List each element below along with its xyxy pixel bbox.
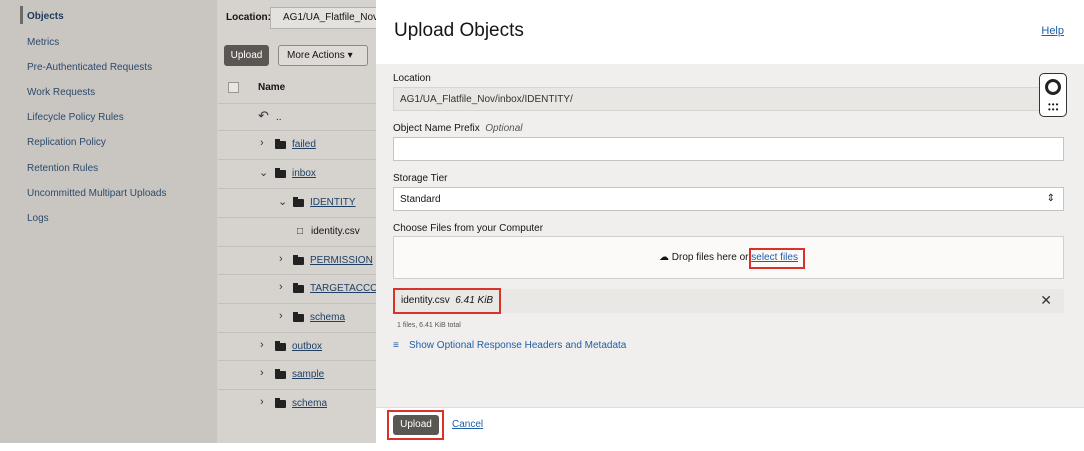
folder-link[interactable]: IDENTITY	[310, 197, 356, 208]
table-row[interactable]: ↶ ..	[218, 103, 376, 132]
cancel-link[interactable]: Cancel	[452, 419, 483, 430]
upload-objects-panel: Upload Objects Help Location AG1/UA_Flat…	[376, 0, 1084, 443]
sidebar-item-lifecycle-policy-rules[interactable]: Lifecycle Policy Rules	[27, 112, 124, 123]
table-row[interactable]: □ identity.csv	[218, 217, 376, 246]
chevron-down-icon[interactable]: ⌄	[259, 166, 268, 179]
table-row[interactable]: › schema	[218, 389, 376, 418]
close-icon[interactable]: ✕	[1040, 292, 1052, 309]
folder-link[interactable]: outbox	[292, 341, 322, 352]
back-arrow-icon: ↶	[258, 108, 269, 123]
parent-dir-label: ..	[276, 112, 282, 123]
chevron-right-icon[interactable]: ›	[279, 310, 283, 322]
folder-icon	[275, 341, 286, 351]
caret-down-icon: ▾	[347, 50, 353, 61]
upload-button[interactable]: Upload	[224, 45, 269, 66]
chevron-right-icon[interactable]: ›	[260, 339, 264, 351]
help-widget[interactable]: ••• •••	[1039, 73, 1067, 117]
sidebar-item-work-requests[interactable]: Work Requests	[27, 87, 95, 98]
files-total: 1 files, 6.41 KiB total	[397, 322, 461, 329]
folder-icon	[275, 398, 286, 408]
highlight-select-files	[749, 248, 805, 269]
sliders-icon: ≡	[393, 340, 399, 351]
optional-headers-toggle[interactable]: ≡ Show Optional Response Headers and Meta…	[393, 340, 626, 351]
highlight-upload-button	[387, 410, 444, 440]
folder-icon	[293, 283, 304, 293]
table-row[interactable]: › schema	[218, 303, 376, 332]
chevron-right-icon[interactable]: ›	[260, 137, 264, 149]
file-dropzone[interactable]: ☁ Drop files here or select files	[393, 236, 1064, 279]
storage-tier-select[interactable]: Standard ⇕	[393, 187, 1064, 211]
prefix-field-label: Object Name Prefix Optional	[393, 123, 523, 134]
folder-link[interactable]: PERMISSION	[310, 255, 373, 266]
folder-icon	[275, 168, 286, 178]
location-field: AG1/UA_Flatfile_Nov/inbox/IDENTITY/	[393, 87, 1064, 111]
help-link[interactable]: Help	[1041, 25, 1064, 37]
chevron-down-icon[interactable]: ⌄	[278, 195, 287, 208]
sidebar-item-replication-policy[interactable]: Replication Policy	[27, 137, 106, 148]
active-indicator	[20, 6, 23, 24]
table-row[interactable]: ⌄ IDENTITY	[218, 188, 376, 217]
table-row[interactable]: › sample	[218, 360, 376, 389]
folder-link[interactable]: failed	[292, 139, 316, 150]
objects-list: Location: AG1/UA_Flatfile_Nov Upload Mor…	[218, 0, 378, 443]
chevron-right-icon[interactable]: ›	[279, 253, 283, 265]
chevron-right-icon[interactable]: ›	[279, 281, 283, 293]
prefix-label-text: Object Name Prefix	[393, 123, 480, 134]
sidebar-item-objects[interactable]: Objects	[27, 11, 64, 22]
optional-hint: Optional	[485, 123, 523, 134]
location-label: Location:	[226, 12, 271, 23]
table-row[interactable]: › failed	[218, 130, 376, 159]
folder-link[interactable]: sample	[292, 369, 324, 380]
sidebar-item-uncommitted-multipart-uploads[interactable]: Uncommitted Multipart Uploads	[27, 188, 167, 199]
location-field-label: Location	[393, 73, 431, 84]
more-actions-button[interactable]: More Actions ▾	[278, 45, 368, 66]
table-row[interactable]: › outbox	[218, 332, 376, 361]
table-row[interactable]: › PERMISSION	[218, 246, 376, 275]
storage-tier-value: Standard	[400, 194, 441, 205]
sidebar-item-logs[interactable]: Logs	[27, 213, 49, 224]
more-actions-label: More Actions	[287, 50, 345, 61]
folder-link[interactable]: schema	[292, 398, 327, 409]
table-row[interactable]: › TARGETACCO	[218, 274, 378, 303]
grid-dots-icon: ••• •••	[1048, 100, 1060, 114]
folder-icon	[293, 255, 304, 265]
resources-sidebar: Objects Metrics Pre-Authenticated Reques…	[0, 0, 217, 451]
select-all-checkbox[interactable]	[228, 82, 239, 93]
folder-icon	[275, 139, 286, 149]
chevron-right-icon[interactable]: ›	[260, 367, 264, 379]
sidebar-item-retention-rules[interactable]: Retention Rules	[27, 163, 98, 174]
drop-files-text: Drop files here or	[671, 252, 749, 263]
optional-headers-label: Show Optional Response Headers and Metad…	[409, 340, 627, 351]
name-column-header[interactable]: Name	[258, 82, 285, 93]
folder-icon	[275, 369, 286, 379]
object-name-prefix-input[interactable]	[393, 137, 1064, 161]
file-label: identity.csv	[311, 226, 360, 237]
bottom-margin	[0, 443, 1084, 451]
table-row[interactable]: ⌄ inbox	[218, 159, 376, 188]
folder-icon	[293, 312, 304, 322]
folder-icon	[293, 197, 304, 207]
location-breadcrumb[interactable]: AG1/UA_Flatfile_Nov	[270, 7, 376, 29]
panel-title: Upload Objects	[394, 20, 524, 41]
choose-files-label: Choose Files from your Computer	[393, 223, 544, 234]
folder-link[interactable]: inbox	[292, 168, 316, 179]
folder-link[interactable]: schema	[310, 312, 345, 323]
file-icon: □	[297, 226, 304, 237]
highlight-selected-file	[393, 288, 501, 314]
chevron-right-icon[interactable]: ›	[260, 396, 264, 408]
lifebuoy-icon	[1045, 79, 1061, 95]
sidebar-item-pre-authenticated-requests[interactable]: Pre-Authenticated Requests	[27, 62, 152, 73]
cloud-upload-icon: ☁	[659, 252, 669, 263]
folder-link[interactable]: TARGETACCO	[310, 283, 378, 294]
sidebar-item-metrics[interactable]: Metrics	[27, 37, 59, 48]
storage-tier-label: Storage Tier	[393, 173, 448, 184]
select-arrows-icon: ⇕	[1046, 193, 1055, 204]
